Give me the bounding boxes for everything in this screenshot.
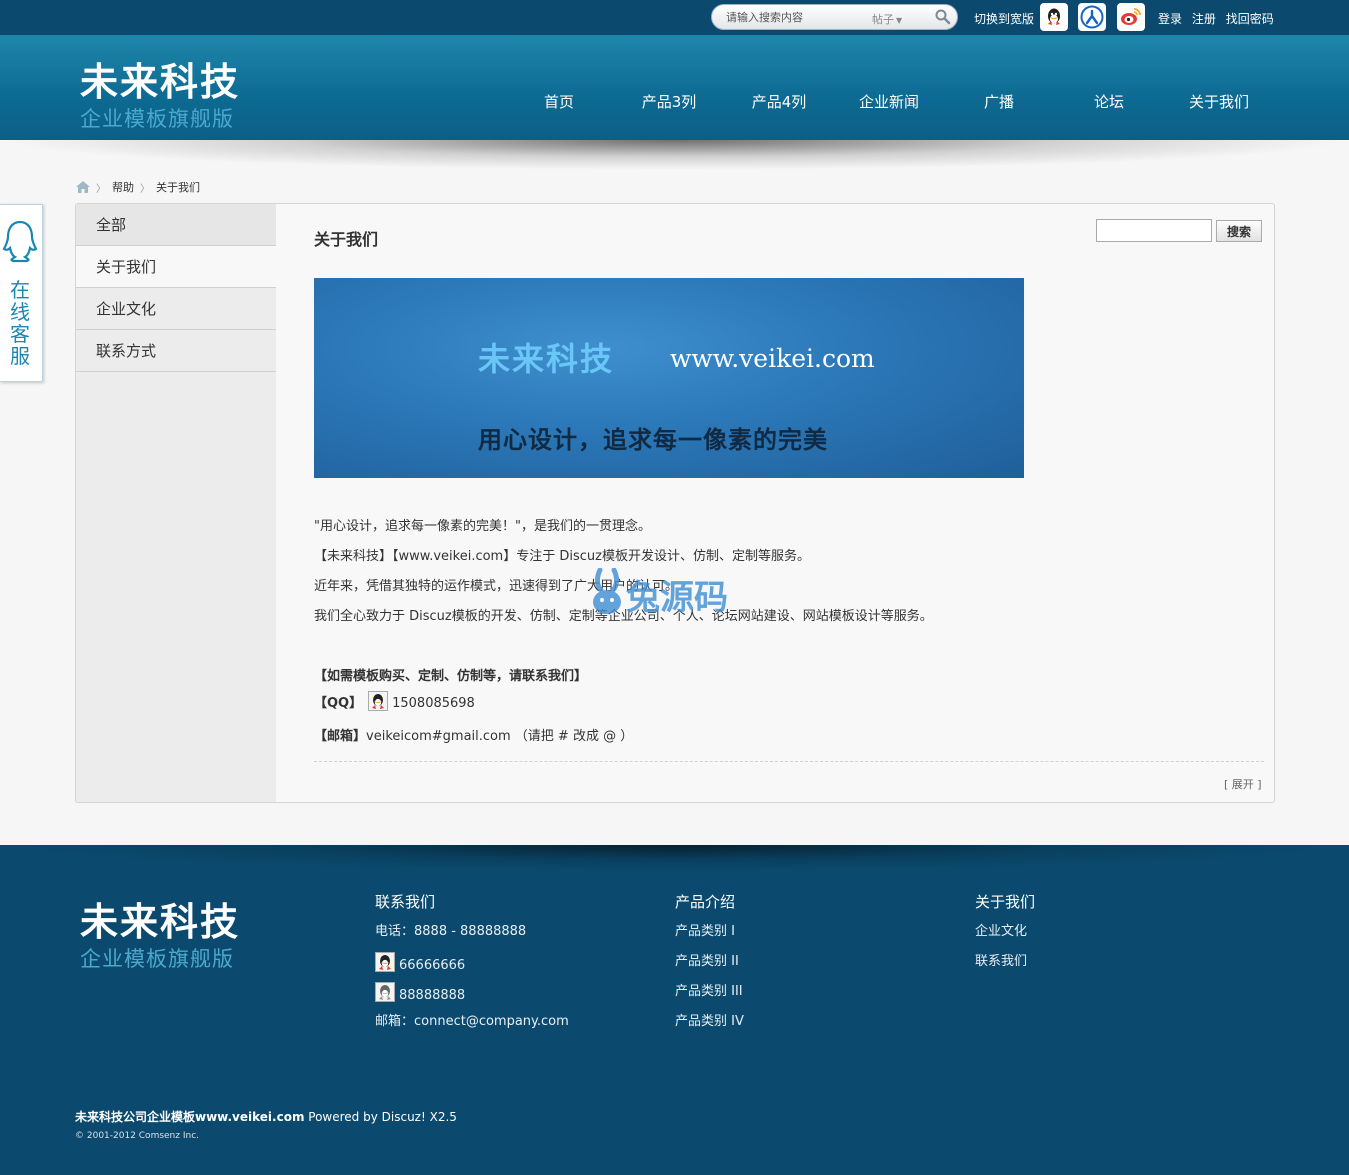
footer-product-link[interactable]: 产品类别 II [675,952,744,982]
footer-product-link[interactable]: 产品类别 I [675,922,744,952]
footer-contact-link[interactable]: 联系我们 [975,952,1035,982]
breadcrumb-help[interactable]: 帮助 [112,179,134,195]
footer-qq-row: 66666666 [375,952,569,982]
top-bar: 帖子▼ 切换到宽版 登录 注册 找回密码 [0,0,1349,35]
search-icon[interactable] [934,8,952,26]
intro-paragraph: 【未来科技】【www.veikei.com】专注于 Discuz模板开发设计、仿… [314,549,810,564]
search-box: 帖子▼ [711,4,958,30]
footer-products: 产品介绍 产品类别 I 产品类别 II 产品类别 III 产品类别 IV [675,891,744,1042]
search-input[interactable] [726,9,866,25]
footer-copyright: 未来科技公司企业模板www.veikei.com Powered by Disc… [75,1108,457,1125]
footer-product-link[interactable]: 产品类别 III [675,982,744,1012]
expand-link[interactable]: [ 展开 ] [1224,776,1262,792]
search-type-dropdown[interactable]: 帖子 ▼ [872,11,902,27]
banner-url: www.veikei.com [670,344,875,373]
page-title: 关于我们 [314,230,379,249]
sidebar-item-culture[interactable]: 企业文化 [76,288,276,330]
qq-number: 1508085698 [392,696,475,711]
service-tab-label: 在线客服 [10,278,30,368]
qq-icon[interactable] [1040,3,1068,31]
nav-products-3col[interactable]: 产品3列 [614,91,724,112]
footer-products-heading: 产品介绍 [675,893,736,911]
footer-contact-heading: 联系我们 [375,893,436,911]
login-link[interactable]: 登录 [1158,12,1182,26]
footer-about-heading: 关于我们 [975,893,1036,911]
footer-shadow [0,845,1349,871]
qq-offline-icon[interactable] [375,982,395,1002]
breadcrumb: 〉 帮助 〉 关于我们 [76,179,200,195]
logo-title: 未来科技 [80,60,241,104]
footer-logo-title: 未来科技 [80,900,241,944]
email-label: 【邮箱】 [314,729,367,744]
divider [314,761,1264,762]
footer-contact: 联系我们 电话：8888 - 88888888 66666666 8888888… [375,891,569,1042]
logo-subtitle: 企业模板旗舰版 [80,107,234,131]
sidebar-item-about[interactable]: 关于我们 [76,246,276,288]
switch-wide-link[interactable]: 切换到宽版 [974,10,1034,27]
online-service-tab[interactable]: 在线客服 [0,204,43,382]
register-link[interactable]: 注册 [1192,12,1216,26]
email-value: veikeicom#gmail.com （请把 # 改成 @ ） [366,729,634,744]
nav-about[interactable]: 关于我们 [1164,91,1274,112]
main-panel: 全部 关于我们 企业文化 联系方式 关于我们 搜索 未来科技 www.veike… [75,203,1275,803]
footer-email: 邮箱：connect@company.com [375,1014,569,1029]
header-shadow [0,140,1349,170]
breadcrumb-separator-icon: 〉 [96,183,106,195]
home-icon[interactable] [76,181,90,193]
footer-product-link[interactable]: 产品类别 IV [675,1012,744,1042]
recover-password-link[interactable]: 找回密码 [1226,12,1274,26]
sidebar-item-contact[interactable]: 联系方式 [76,330,276,372]
site-footer: 未来科技 企业模板旗舰版 联系我们 电话：8888 - 88888888 666… [0,845,1349,1175]
weibo-icon[interactable] [1117,3,1145,31]
nav-broadcast[interactable]: 广播 [944,91,1054,112]
banner-slogan: 用心设计，追求每一像素的完美 [478,426,828,454]
footer-phone: 电话：8888 - 88888888 [375,924,527,939]
footer-qq-row: 88888888 [375,982,569,1012]
watermark: 兔源码 [588,568,768,620]
footer-qq-number: 66666666 [399,958,466,973]
qq-chat-icon[interactable] [368,691,389,711]
nav-home[interactable]: 首页 [504,91,614,112]
qq-icon[interactable] [375,952,395,972]
nav-news[interactable]: 企业新闻 [834,91,944,112]
qq-penguin-icon [2,220,38,263]
copyright-site-link[interactable]: 未来科技公司企业模板www.veikei.com [75,1110,304,1124]
sidebar: 全部 关于我们 企业文化 联系方式 [76,204,276,802]
footer-qq-number: 88888888 [399,988,466,1003]
breadcrumb-about[interactable]: 关于我们 [156,179,200,195]
help-search-input[interactable] [1096,219,1212,242]
nav-products-4col[interactable]: 产品4列 [724,91,834,112]
qq-contact-row: 【QQ】 1508085698 [314,691,475,711]
contact-heading: 【如需模板购买、定制、仿制等，请联系我们】 [314,669,588,684]
sidebar-item-all[interactable]: 全部 [76,204,276,246]
footer-logo-subtitle: 企业模板旗舰版 [80,947,234,971]
footer-culture-link[interactable]: 企业文化 [975,922,1035,952]
intro-paragraph: "用心设计，追求每一像素的完美！"，是我们的一贯理念。 [314,519,651,534]
rabbit-logo-icon [593,568,621,614]
qq-label: 【QQ】 [314,696,363,711]
footer-about: 关于我们 企业文化 联系我们 [975,891,1035,982]
banner-image: 未来科技 www.veikei.com 用心设计，追求每一像素的完美 [314,278,1024,478]
site-header: 未来科技 企业模板旗舰版 首页 产品3列 产品4列 企业新闻 广播 论坛 关于我… [0,35,1349,140]
banner-title: 未来科技 [478,340,615,378]
renren-icon[interactable] [1078,3,1106,31]
email-contact-row: 【邮箱】veikeicom#gmail.com （请把 # 改成 @ ） [314,725,633,744]
footer-comsenz: © 2001-2012 Comsenz Inc. [75,1131,200,1141]
user-links: 登录 注册 找回密码 [1158,10,1280,27]
powered-by: Powered by Discuz! X2.5 [304,1110,457,1124]
nav-forum[interactable]: 论坛 [1054,91,1164,112]
breadcrumb-separator-icon: 〉 [140,183,150,195]
watermark-text: 兔源码 [626,578,728,618]
help-search-button[interactable]: 搜索 [1216,220,1262,242]
